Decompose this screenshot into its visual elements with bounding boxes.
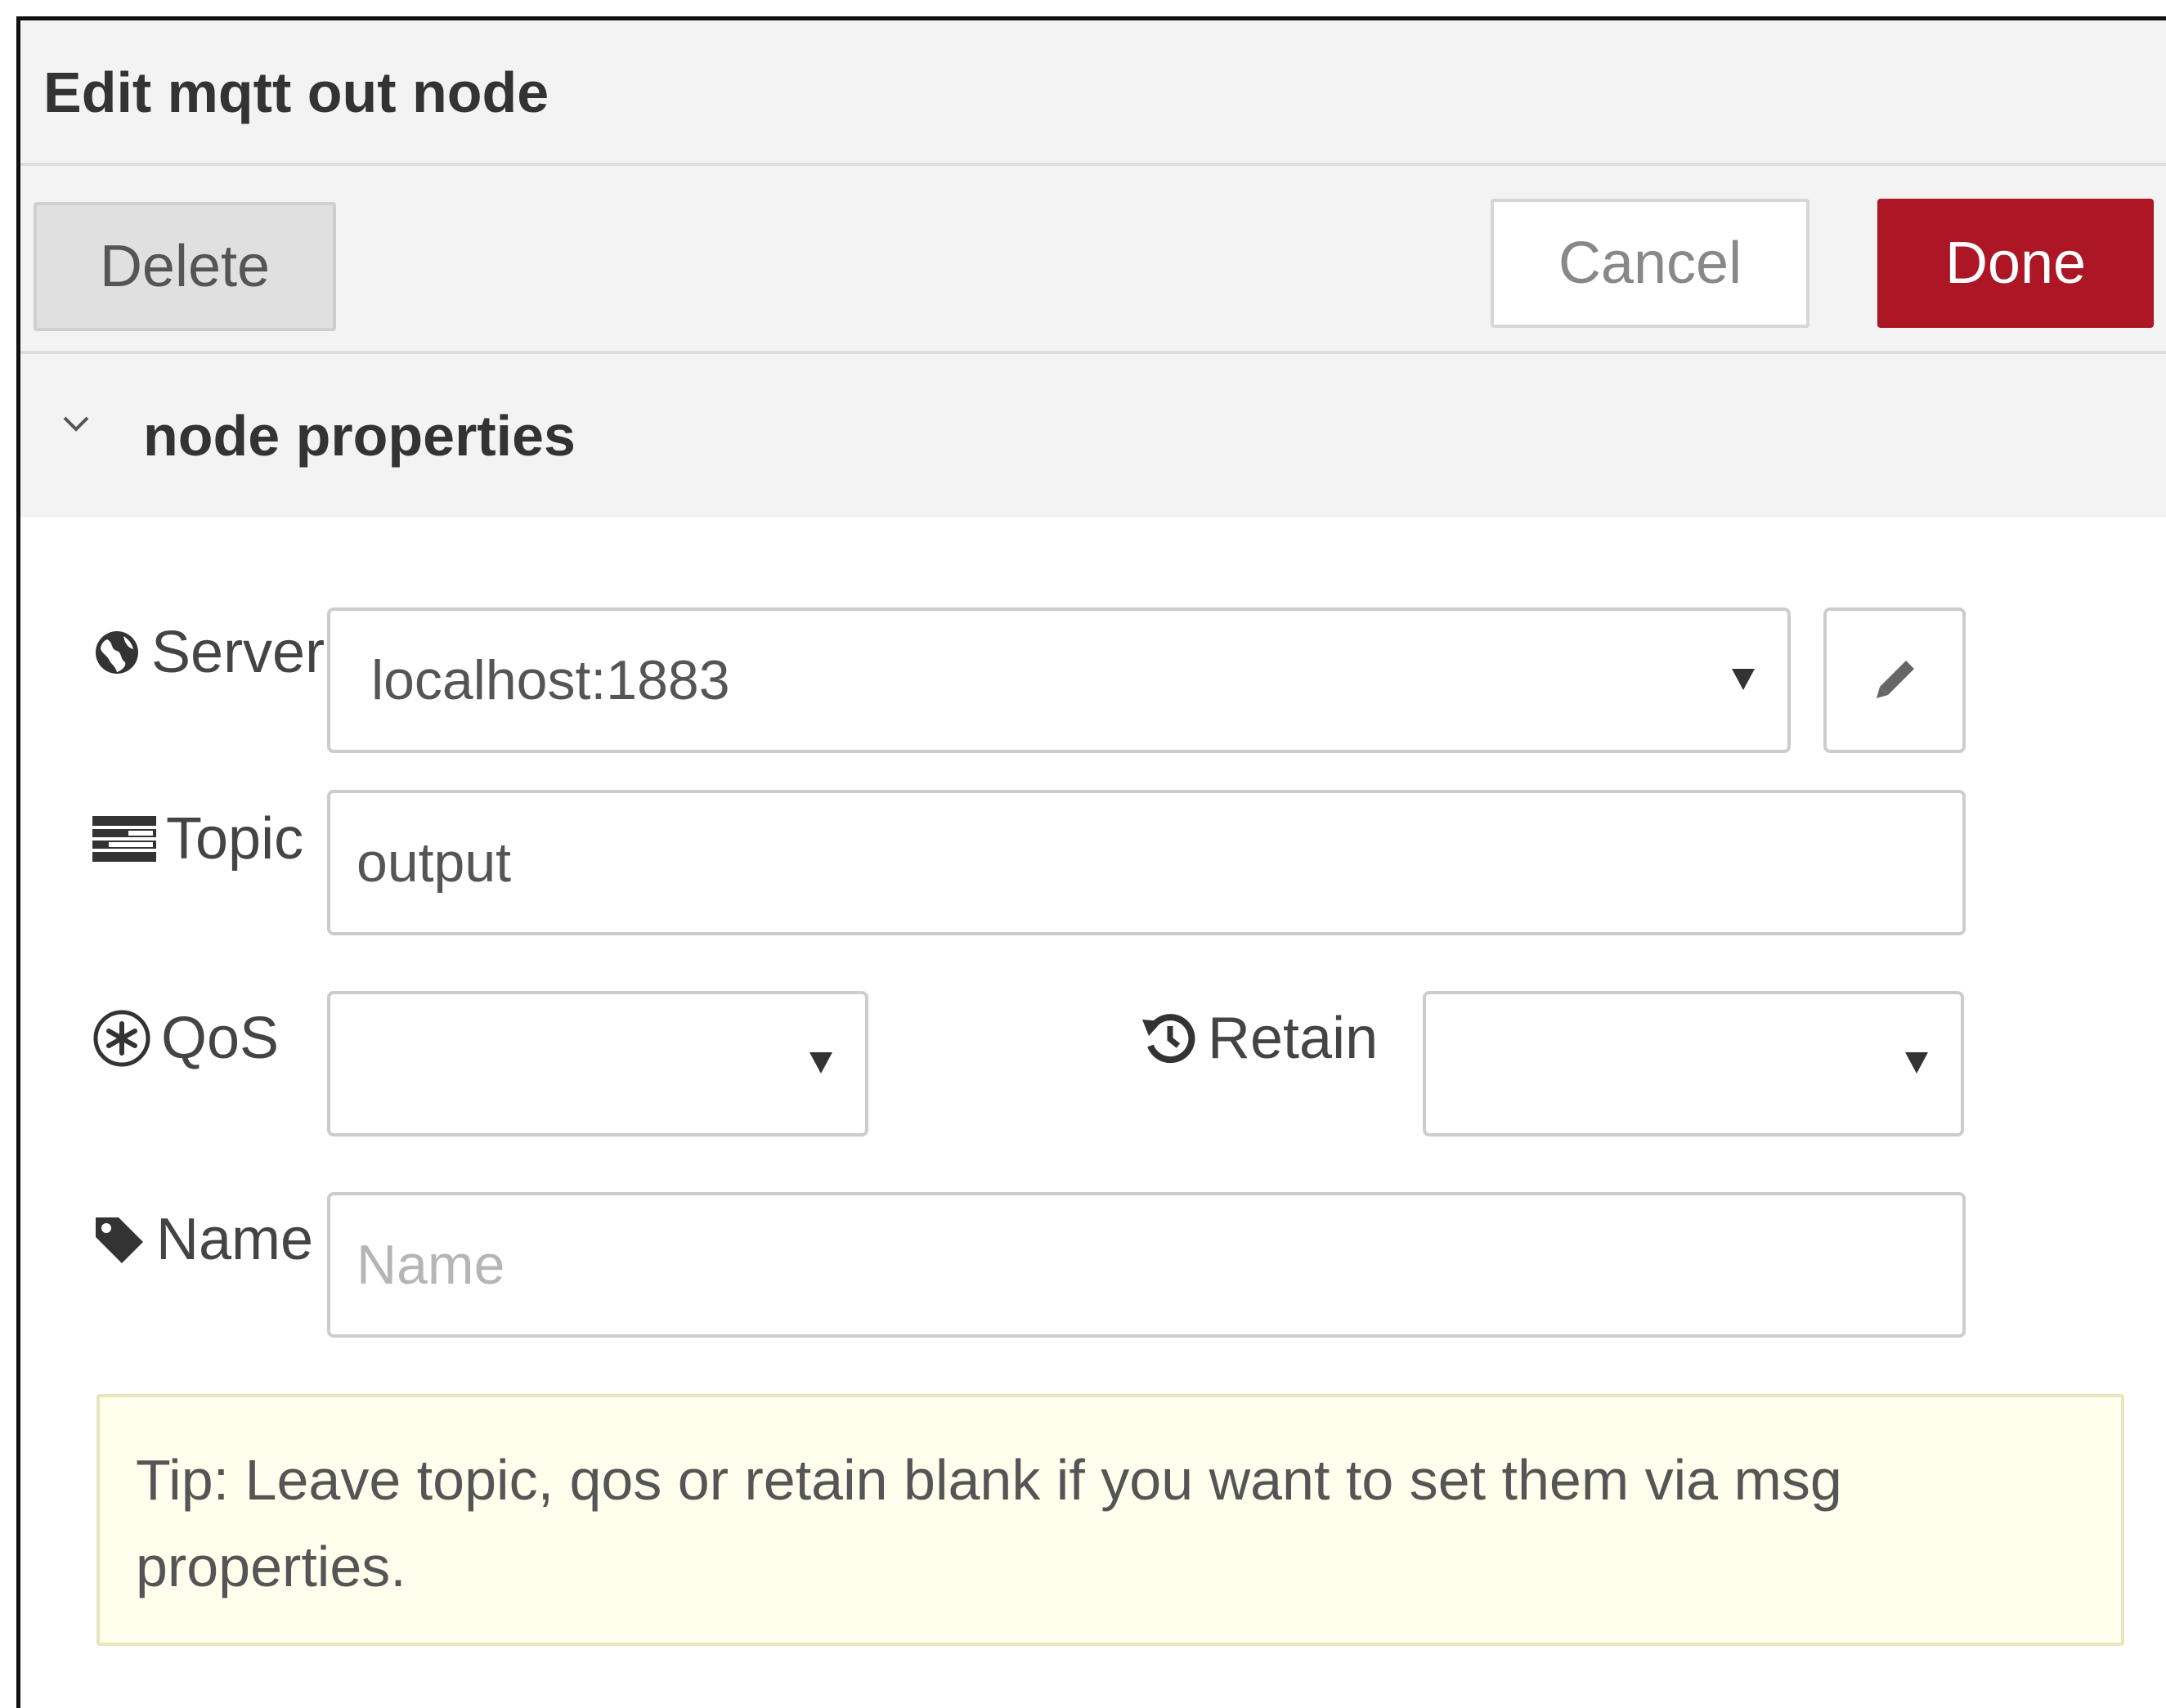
tip-text: Tip: Leave topic, qos or retain blank if… [136, 1448, 1842, 1598]
dialog-title: Edit mqtt out node [43, 61, 549, 124]
tag-icon [96, 1217, 143, 1263]
section-title: node properties [143, 404, 576, 468]
topic-label-row: Topic [92, 805, 303, 872]
topic-input[interactable] [327, 790, 1966, 935]
dialog-titlebar: Edit mqtt out node [20, 20, 2166, 166]
edit-node-dialog: Edit mqtt out node Delete Cancel Done no… [16, 16, 2166, 1708]
node-properties-section-header[interactable]: node properties [20, 354, 2166, 518]
tasks-icon [92, 816, 156, 862]
chevron-down-icon [1732, 669, 1755, 690]
name-label-row: Name [92, 1206, 313, 1273]
retain-select[interactable] [1423, 991, 1964, 1136]
topic-input-field[interactable] [357, 831, 1962, 894]
history-icon [1142, 1014, 1195, 1064]
chevron-down-icon [809, 1052, 832, 1074]
retain-label: Retain [1208, 1006, 1379, 1071]
name-label: Name [156, 1207, 314, 1272]
asterisk-circle-icon [93, 1010, 150, 1067]
server-select-value: localhost:1883 [371, 649, 730, 711]
name-input-field[interactable] [357, 1233, 1962, 1297]
qos-label: QoS [161, 1006, 280, 1071]
qos-label-row: QoS [92, 1005, 279, 1072]
server-select[interactable]: localhost:1883 [327, 607, 1791, 753]
dialog-toolbar: Delete Cancel Done [20, 166, 2166, 354]
retain-label-row: Retain [1141, 1005, 1378, 1072]
topic-label: Topic [166, 806, 304, 872]
server-label: Server [151, 620, 325, 685]
name-input[interactable] [327, 1192, 1966, 1338]
chevron-down-icon [63, 416, 89, 432]
edit-server-button[interactable] [1823, 607, 1966, 753]
tip-box: Tip: Leave topic, qos or retain blank if… [96, 1394, 2124, 1646]
cancel-button[interactable]: Cancel [1491, 199, 1809, 328]
pencil-icon [1877, 661, 1914, 698]
chevron-down-icon [1905, 1052, 1928, 1074]
globe-icon [96, 631, 138, 674]
qos-select[interactable] [327, 991, 868, 1136]
done-button[interactable]: Done [1877, 199, 2154, 328]
server-label-row: Server [92, 619, 325, 686]
delete-button[interactable]: Delete [34, 202, 336, 331]
